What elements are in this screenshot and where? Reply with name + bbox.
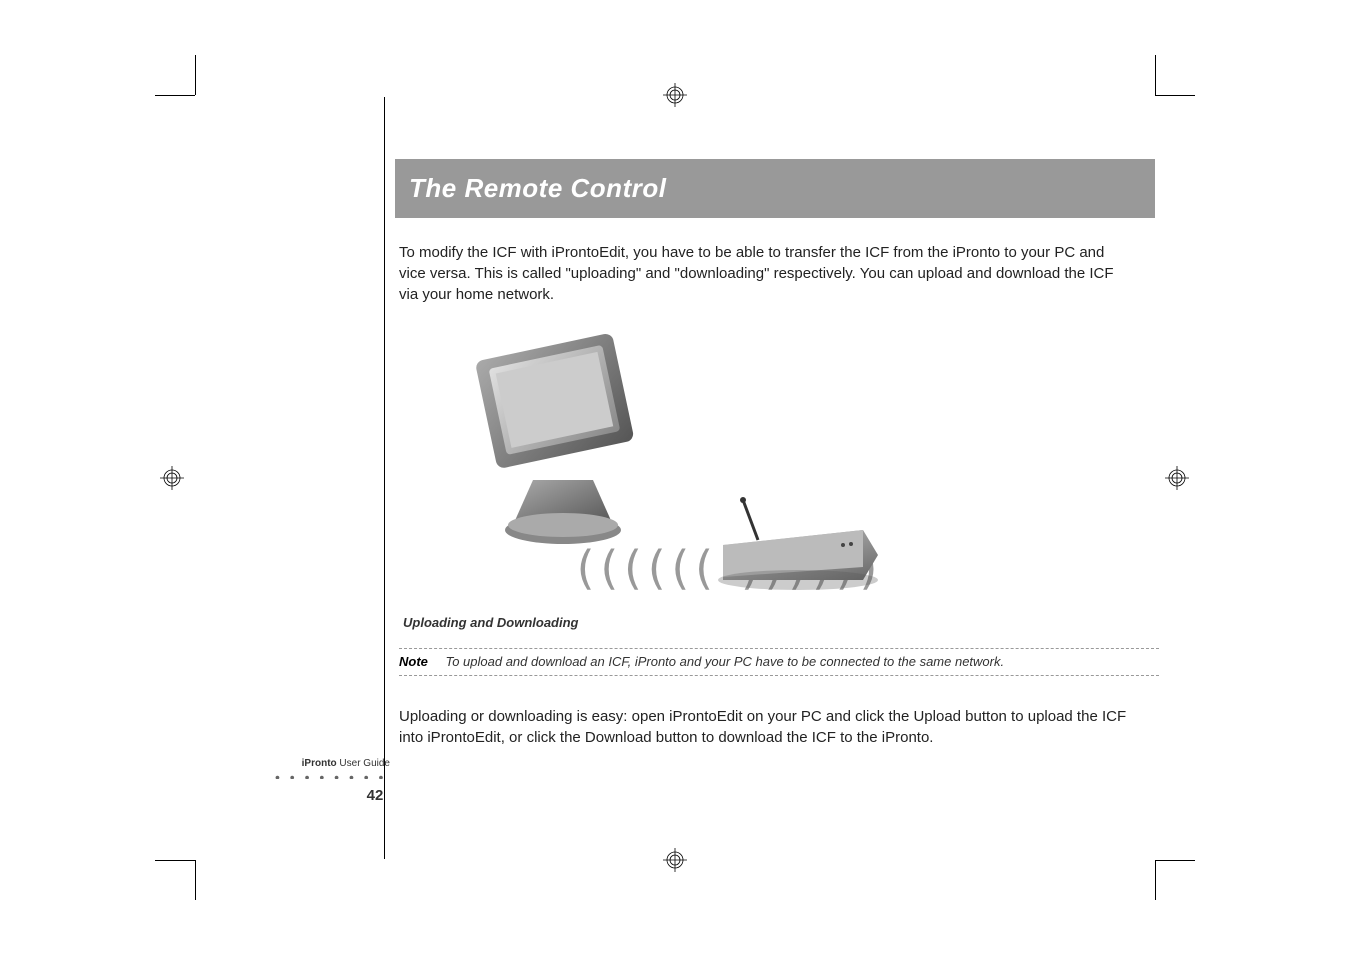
crop-mark: [195, 860, 196, 900]
note-label: Note: [399, 654, 441, 669]
section-title-banner: The Remote Control: [395, 159, 1155, 218]
crop-mark: [155, 860, 195, 861]
crop-mark: [1155, 860, 1195, 861]
crop-mark: [1155, 55, 1156, 95]
page-content: The Remote Control To modify the ICF wit…: [395, 97, 1155, 768]
crop-mark: [1155, 95, 1195, 96]
router-device-icon: [713, 495, 883, 595]
crop-mark: [1155, 860, 1156, 900]
illustration-upload-download: (((((( )))))): [463, 325, 963, 595]
note-text: To upload and download an ICF, iPronto a…: [445, 654, 1004, 669]
note-callout: Note To upload and download an ICF, iPro…: [399, 648, 1159, 676]
monitor-device-icon: [463, 325, 663, 555]
registration-mark-icon: [160, 466, 184, 490]
body-paragraph-1: To modify the ICF with iProntoEdit, you …: [399, 242, 1135, 305]
footer-guide-title: iPronto User Guide: [275, 758, 390, 769]
image-caption: Uploading and Downloading: [403, 615, 1135, 630]
body-paragraph-2: Uploading or downloading is easy: open i…: [399, 706, 1135, 748]
page-footer: iPronto User Guide • • • • • • • • • • •…: [275, 758, 390, 804]
footer-product-name: iPronto: [302, 758, 337, 769]
footer-dotted-divider: • • • • • • • • • • • • • • • • • • • • …: [275, 775, 390, 779]
crop-mark: [195, 55, 196, 95]
registration-mark-icon: [1165, 466, 1189, 490]
page-number: 42: [360, 787, 390, 804]
crop-mark: [155, 95, 195, 96]
footer-guide-label: User Guide: [337, 758, 390, 769]
section-title: The Remote Control: [409, 173, 666, 203]
